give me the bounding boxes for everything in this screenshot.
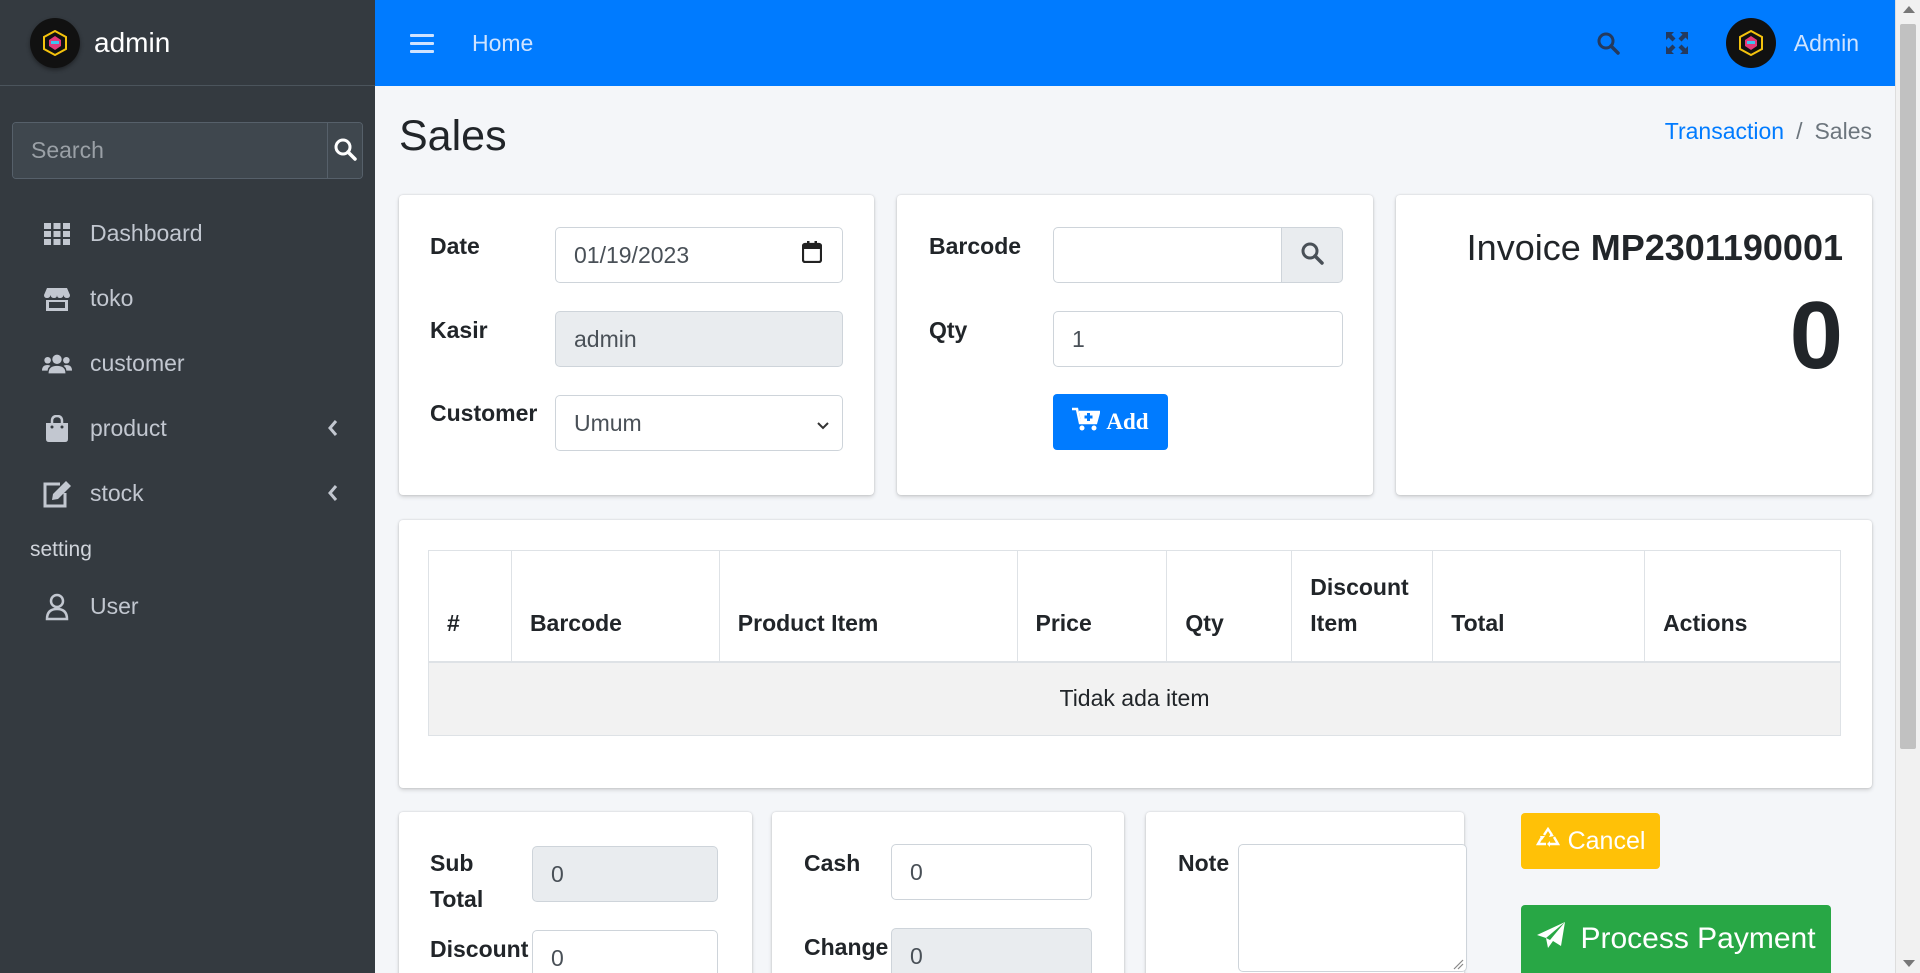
sidebar-item-user[interactable]: User: [0, 574, 375, 639]
sidebar-item-label: stock: [90, 480, 144, 506]
invoice-prefix: Invoice: [1466, 227, 1581, 268]
search-icon: [1300, 241, 1324, 270]
barcode-search-button[interactable]: [1281, 227, 1343, 283]
items-table: # Barcode Product Item Price Qty Discoun…: [428, 550, 1841, 736]
scrollbar-thumb[interactable]: [1900, 24, 1916, 749]
scrollbar[interactable]: [1895, 0, 1920, 973]
change-field: 0: [891, 928, 1092, 973]
process-payment-button[interactable]: Process Payment: [1521, 905, 1831, 973]
cancel-button-label: Cancel: [1567, 826, 1646, 855]
add-button-label: Add: [1106, 409, 1149, 434]
col-product-item: Product Item: [718, 550, 1018, 663]
chevron-left-icon: [327, 416, 339, 443]
scroll-up-arrow-icon[interactable]: [1903, 6, 1915, 13]
date-input[interactable]: 01/19/2023: [555, 227, 843, 283]
sidebar-item-stock[interactable]: stock: [0, 461, 375, 526]
col-discount-item: Discount Item: [1291, 550, 1434, 663]
store-icon: [42, 284, 72, 314]
edit-icon: [42, 479, 72, 509]
table-empty-row: Tidak ada item: [428, 661, 1841, 736]
cancel-button[interactable]: Cancel: [1521, 813, 1660, 869]
invoice-number: MP2301190001: [1590, 227, 1843, 268]
chevron-down-icon: [816, 410, 830, 437]
user-icon: [42, 592, 72, 622]
discount-label: Discount: [430, 936, 529, 962]
date-label: Date: [430, 233, 480, 259]
sidebar-search: [12, 122, 363, 179]
col-number: #: [428, 550, 512, 663]
discount-input[interactable]: 0: [532, 930, 718, 973]
user-name[interactable]: Admin: [1794, 30, 1859, 57]
customer-label: Customer: [430, 400, 538, 426]
subtotal-label: Sub Total: [430, 850, 484, 912]
cart-plus-icon: [1072, 407, 1102, 437]
search-icon[interactable]: [1596, 31, 1620, 55]
brand-logo-icon: [30, 17, 80, 68]
sidebar-item-label: product: [90, 415, 167, 441]
calendar-icon[interactable]: [801, 241, 823, 269]
topbar: Home Admin: [375, 0, 1895, 86]
sidebar-item-toko[interactable]: toko: [0, 266, 375, 331]
customer-select[interactable]: Umum: [555, 395, 843, 451]
sidebar-search-input[interactable]: [13, 123, 327, 178]
breadcrumb-transaction-link[interactable]: Transaction: [1665, 118, 1784, 145]
sidebar-item-customer[interactable]: customer: [0, 331, 375, 396]
resize-handle-icon[interactable]: [1452, 957, 1464, 973]
recycle-icon: [1535, 826, 1560, 856]
menu-icon[interactable]: [410, 33, 434, 53]
brand-link[interactable]: admin: [0, 0, 375, 86]
sidebar-item-label: User: [90, 593, 139, 619]
nav-home-link[interactable]: Home: [472, 30, 533, 57]
sidebar-search-button[interactable]: [327, 123, 362, 178]
breadcrumb: Transaction / Sales: [1665, 118, 1872, 145]
invoice-grand-total: 0: [1789, 282, 1843, 389]
sidebar-item-label: toko: [90, 285, 134, 311]
note-textarea[interactable]: [1238, 844, 1467, 972]
qty-input[interactable]: 1: [1053, 311, 1343, 367]
customer-selected-value: Umum: [574, 409, 642, 436]
col-price: Price: [1016, 550, 1168, 663]
sidebar-item-label: customer: [90, 350, 185, 376]
table-empty-message: Tidak ada item: [428, 661, 1841, 736]
note-label: Note: [1178, 850, 1230, 876]
chevron-left-icon: [327, 481, 339, 508]
sidebar-header-setting: setting: [30, 538, 92, 561]
col-total: Total: [1432, 550, 1646, 663]
shopping-bag-icon: [42, 414, 72, 444]
breadcrumb-separator: /: [1796, 118, 1803, 144]
add-button[interactable]: Add: [1053, 394, 1168, 450]
sidebar-item-product[interactable]: product: [0, 396, 375, 461]
sidebar-item-dashboard[interactable]: Dashboard: [0, 201, 375, 266]
kasir-label: Kasir: [430, 317, 488, 343]
col-actions: Actions: [1644, 550, 1841, 663]
search-icon: [333, 137, 357, 164]
invoice-title: Invoice MP2301190001: [1467, 227, 1843, 269]
table-header-row: # Barcode Product Item Price Qty Discoun…: [428, 550, 1841, 663]
col-barcode: Barcode: [510, 550, 720, 663]
avatar[interactable]: [1725, 18, 1776, 68]
barcode-input[interactable]: [1053, 227, 1282, 283]
sidebar: admin Dashboard toko customer product st…: [0, 0, 375, 973]
page-title: Sales: [399, 112, 507, 160]
fullscreen-icon[interactable]: [1665, 32, 1688, 54]
change-label: Change: [804, 934, 889, 960]
kasir-field: admin: [555, 311, 843, 367]
process-payment-label: Process Payment: [1580, 922, 1816, 955]
barcode-label: Barcode: [929, 233, 1022, 259]
sidebar-item-label: Dashboard: [90, 220, 203, 246]
col-qty: Qty: [1166, 550, 1293, 663]
paper-plane-icon: [1536, 921, 1566, 957]
scroll-down-arrow-icon[interactable]: [1903, 960, 1915, 967]
cash-input[interactable]: 0: [891, 844, 1092, 900]
breadcrumb-current: Sales: [1814, 118, 1872, 144]
topbar-right: Admin: [1596, 0, 1895, 86]
brand-text: admin: [94, 26, 171, 58]
subtotal-field: 0: [532, 846, 718, 902]
grid-icon: [42, 219, 72, 249]
cash-label: Cash: [804, 850, 861, 876]
qty-label: Qty: [929, 317, 968, 343]
users-icon: [42, 349, 72, 379]
date-value: 01/19/2023: [574, 241, 690, 268]
